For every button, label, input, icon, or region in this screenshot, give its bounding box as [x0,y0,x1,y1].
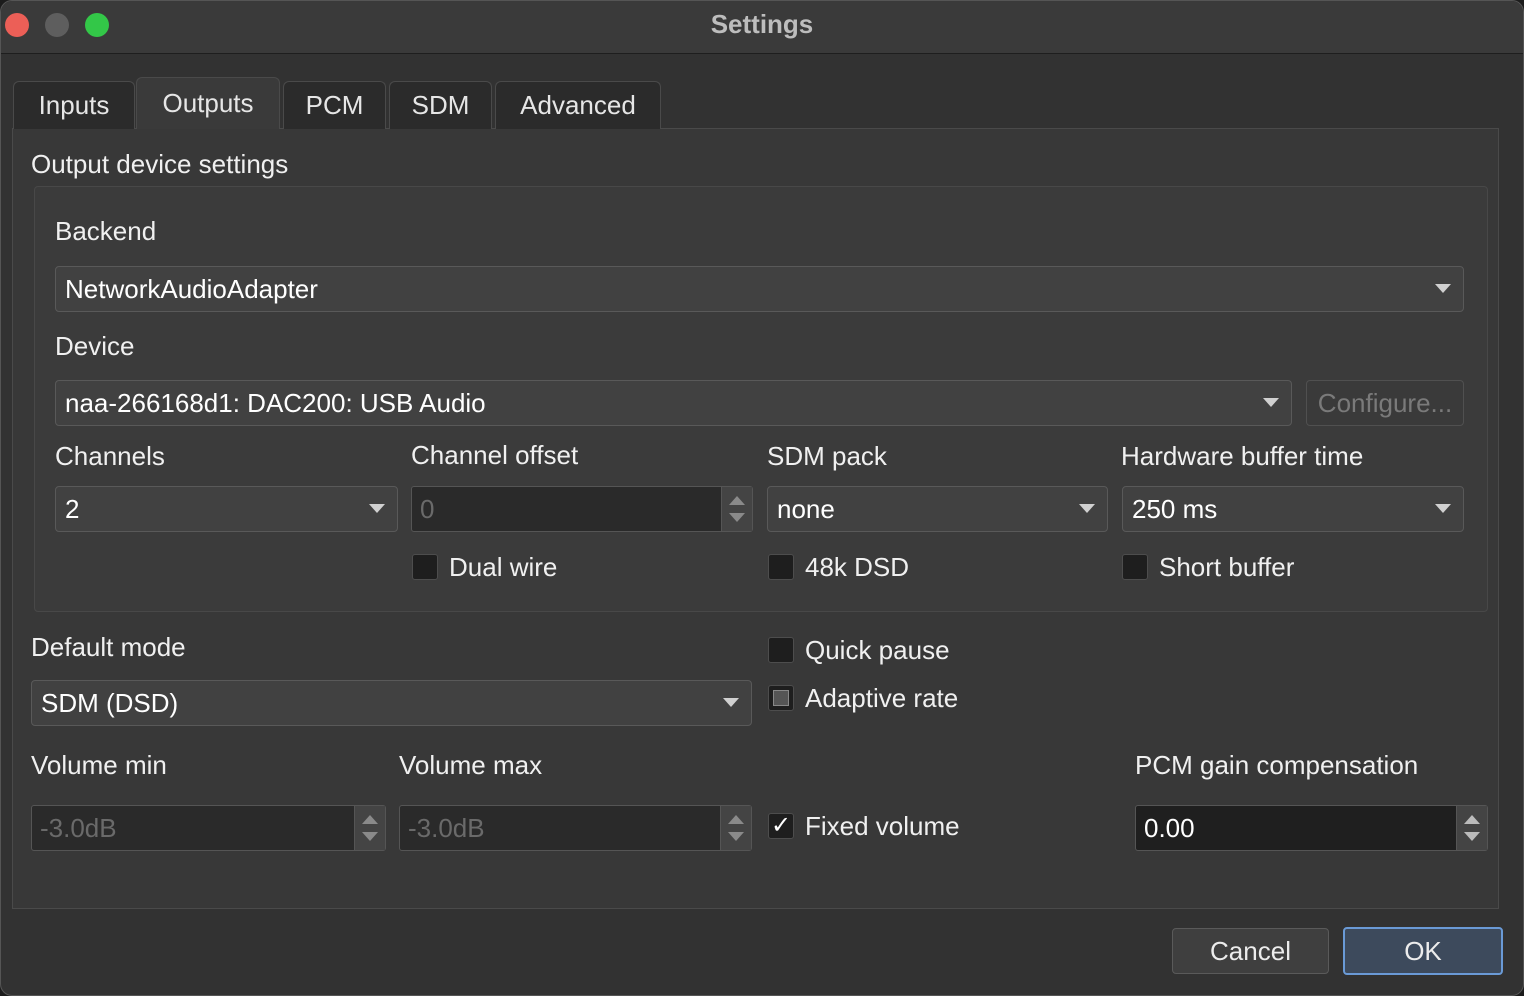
tab-outputs[interactable]: Outputs [136,77,280,129]
arrow-down-icon [362,832,378,841]
chevron-down-icon [1435,284,1451,293]
dual-wire-checkbox[interactable] [412,554,438,580]
channel-offset-spinbox[interactable]: 0 [411,486,753,532]
arrow-up-icon [729,496,745,505]
backend-select-value: NetworkAudioAdapter [65,273,318,304]
channels-select-value: 2 [65,493,80,524]
volume-max-spinbox[interactable]: -3.0dB [399,805,752,851]
device-label: Device [55,331,135,361]
tab-sdm[interactable]: SDM [389,81,492,129]
device-select[interactable]: naa-266168d1: DAC200: USB Audio [55,380,1292,426]
cancel-button[interactable]: Cancel [1172,928,1329,974]
volume-max-label: Volume max [399,750,543,780]
channel-offset-value: 0 [420,493,435,524]
chevron-down-icon [723,698,739,707]
output-device-settings-title: Output device settings [31,149,289,179]
adaptive-rate-label: Adaptive rate [805,683,959,713]
tab-pcm[interactable]: PCM [283,81,386,129]
quick-pause-checkbox[interactable] [768,637,794,663]
short-buffer-checkbox[interactable] [1122,554,1148,580]
arrow-up-icon [728,815,744,824]
device-select-value: naa-266168d1: DAC200: USB Audio [65,387,486,418]
short-buffer-label: Short buffer [1159,552,1295,582]
channel-offset-label: Channel offset [411,440,579,470]
ok-button[interactable]: OK [1343,927,1503,975]
arrow-down-icon [729,513,745,522]
fixed-volume-label: Fixed volume [805,811,960,841]
fixed-volume-checkbox[interactable]: ✓ [768,813,794,839]
tab-advanced[interactable]: Advanced [495,81,661,129]
default-mode-select[interactable]: SDM (DSD) [31,680,752,726]
channel-offset-stepper[interactable] [721,487,752,531]
settings-window: Settings Inputs Outputs PCM SDM Advanced… [0,0,1524,996]
backend-select[interactable]: NetworkAudioAdapter [55,266,1464,312]
dsd-48k-checkbox[interactable] [768,554,794,580]
arrow-down-icon [1464,832,1480,841]
adaptive-rate-checkbox[interactable] [768,685,794,711]
hardware-buffer-time-value: 250 ms [1132,493,1218,524]
chevron-down-icon [1435,504,1451,513]
arrow-up-icon [362,815,378,824]
volume-max-stepper[interactable] [720,806,751,850]
chevron-down-icon [369,504,385,513]
channels-select[interactable]: 2 [55,486,398,532]
window-title: Settings [710,9,814,39]
dsd-48k-label: 48k DSD [805,552,910,582]
volume-min-value: -3.0dB [40,812,117,843]
default-mode-value: SDM (DSD) [41,687,179,718]
title-bar: Settings [1,1,1523,54]
pcm-gain-compensation-spinbox[interactable]: 0.00 [1135,805,1488,851]
dual-wire-label: Dual wire [449,552,558,582]
arrow-down-icon [728,832,744,841]
volume-max-value: -3.0dB [408,812,485,843]
quick-pause-label: Quick pause [805,635,950,665]
tab-inputs[interactable]: Inputs [13,81,135,129]
hardware-buffer-time-select[interactable]: 250 ms [1122,486,1464,532]
configure-button[interactable]: Configure... [1306,380,1464,426]
pcm-gain-compensation-label: PCM gain compensation [1135,750,1419,780]
default-mode-label: Default mode [31,632,186,662]
backend-label: Backend [55,216,157,246]
pcm-gain-compensation-value: 0.00 [1144,812,1195,843]
channels-label: Channels [55,441,165,471]
arrow-up-icon [1464,815,1480,824]
sdm-pack-select-value: none [777,493,835,524]
hardware-buffer-time-label: Hardware buffer time [1121,441,1364,471]
sdm-pack-select[interactable]: none [767,486,1108,532]
sdm-pack-label: SDM pack [767,441,887,471]
chevron-down-icon [1079,504,1095,513]
pcm-gain-compensation-stepper[interactable] [1456,806,1487,850]
volume-min-spinbox[interactable]: -3.0dB [31,805,386,851]
volume-min-label: Volume min [31,750,167,780]
chevron-down-icon [1263,398,1279,407]
volume-min-stepper[interactable] [354,806,385,850]
